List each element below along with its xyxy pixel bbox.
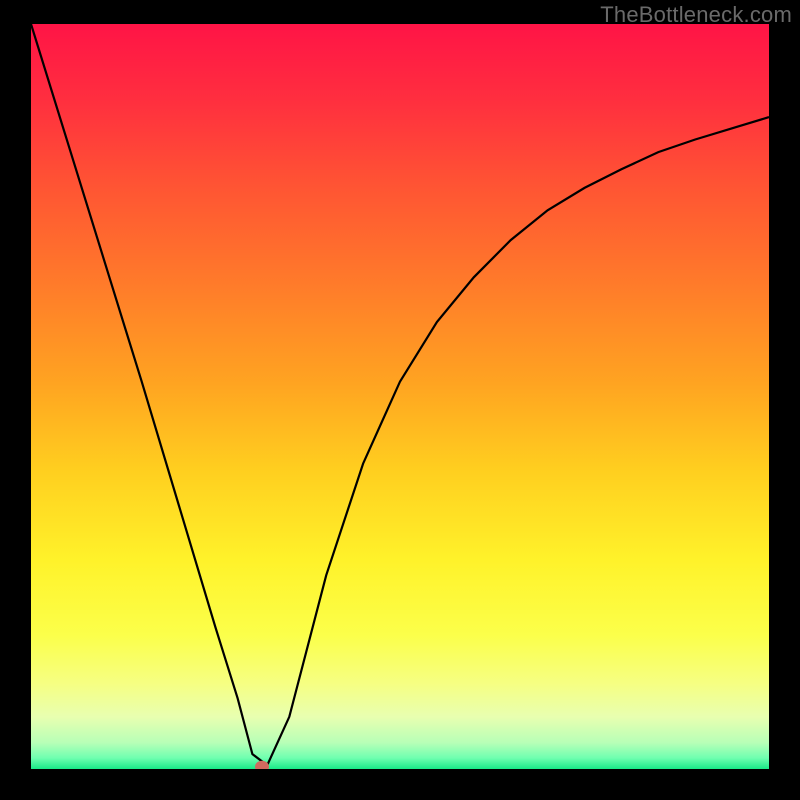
plot-gradient-background [31, 24, 769, 769]
watermark-text: TheBottleneck.com [600, 2, 792, 28]
bottleneck-chart [0, 0, 800, 800]
chart-frame: { "watermark": "TheBottleneck.com", "plo… [0, 0, 800, 800]
